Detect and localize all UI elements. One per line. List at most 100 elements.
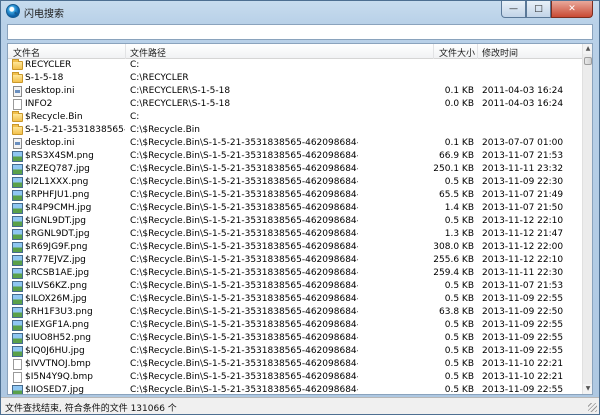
table-row[interactable]: $ILVS6KZ.png C:\$Recycle.Bin\S-1-5-21-353…: [8, 280, 583, 293]
table-row[interactable]: $IUO8H52.png C:\$Recycle.Bin\S-1-5-21-353…: [8, 332, 583, 345]
column-header-name[interactable]: 文件名: [13, 46, 40, 59]
file-path-cell: C:\$Recycle.Bin\S-1-5-21-3531838565-4620…: [130, 385, 358, 395]
table-row[interactable]: $R77EJVZ.jpg C:\$Recycle.Bin\S-1-5-21-353…: [8, 254, 583, 267]
file-size-cell: 63.8 KB: [439, 307, 474, 317]
file-size-cell: 0.5 KB: [444, 294, 474, 304]
table-row[interactable]: INFO2 C:\RECYCLER\S-1-5-18 0.0 KB 2011-04-0…: [8, 98, 583, 111]
table-row[interactable]: $IVVTNOJ.bmp C:\$Recycle.Bin\S-1-5-21-353…: [8, 358, 583, 371]
status-text: 文件查找结束, 符合条件的文件 131066 个: [5, 404, 177, 414]
file-path-cell: C:\$Recycle.Bin: [130, 125, 200, 135]
table-row[interactable]: $RS3X4SM.png C:\$Recycle.Bin\S-1-5-21-353…: [8, 150, 583, 163]
modified-time-cell: 2011-04-03 16:24: [482, 86, 564, 96]
file-size-cell: 308.0 KB: [433, 242, 474, 252]
file-size-cell: 0.5 KB: [444, 359, 474, 369]
modified-time-cell: 2013-11-10 22:21: [482, 372, 564, 382]
image-file-icon: [12, 151, 23, 162]
table-row[interactable]: $R4P9CMH.jpg C:\$Recycle.Bin\S-1-5-21-353…: [8, 202, 583, 215]
list-header: 文件名 文件路径 文件大小 修改时间: [8, 44, 583, 59]
table-row[interactable]: $IEXGF1A.png C:\$Recycle.Bin\S-1-5-21-353…: [8, 319, 583, 332]
file-size-cell: 0.5 KB: [444, 372, 474, 382]
file-name-cell: $RS3X4SM.png: [25, 151, 94, 161]
file-path-cell: C:: [130, 60, 140, 70]
title-bar[interactable]: 闪电搜索 — □ ✕: [1, 1, 599, 23]
file-icon: [13, 99, 22, 110]
file-size-cell: 250.1 KB: [433, 164, 474, 174]
column-divider[interactable]: [477, 44, 478, 59]
file-size-cell: 66.9 KB: [439, 151, 474, 161]
modified-time-cell: 2013-11-07 21:53: [482, 151, 564, 161]
image-file-icon: [12, 216, 23, 227]
file-name-cell: S-1-5-21-3531838565-...: [25, 125, 125, 135]
folder-icon: [12, 59, 23, 70]
column-header-size[interactable]: 文件大小: [439, 46, 475, 59]
table-row[interactable]: $R69JG9F.png C:\$Recycle.Bin\S-1-5-21-353…: [8, 241, 583, 254]
ini-file-icon: [13, 138, 22, 149]
table-row[interactable]: $RPHFJU1.png C:\$Recycle.Bin\S-1-5-21-353…: [8, 189, 583, 202]
image-file-icon: [12, 281, 23, 292]
table-row[interactable]: $RCSB1AE.jpg C:\$Recycle.Bin\S-1-5-21-353…: [8, 267, 583, 280]
results-list[interactable]: 文件名 文件路径 文件大小 修改时间 RECYCLER C: S-1-5-18 C:\…: [7, 43, 593, 395]
table-row[interactable]: $Recycle.Bin C:: [8, 111, 583, 124]
file-path-cell: C:\$Recycle.Bin\S-1-5-21-3531838565-4620…: [130, 268, 358, 278]
file-path-cell: C:\$Recycle.Bin\S-1-5-21-3531838565-4620…: [130, 307, 358, 317]
file-path-cell: C:\$Recycle.Bin\S-1-5-21-3531838565-4620…: [130, 190, 358, 200]
table-row[interactable]: RECYCLER C:: [8, 59, 583, 72]
modified-time-cell: 2013-11-09 22:55: [482, 346, 564, 356]
image-file-icon: [12, 385, 23, 394]
column-divider[interactable]: [125, 44, 126, 59]
folder-icon: [12, 124, 23, 135]
scroll-down-arrow-icon[interactable]: ▼: [583, 384, 592, 394]
image-file-icon: [12, 320, 23, 331]
file-size-cell: 0.5 KB: [444, 177, 474, 187]
table-row[interactable]: $IGNL9DT.jpg C:\$Recycle.Bin\S-1-5-21-353…: [8, 215, 583, 228]
vertical-scrollbar[interactable]: ▲ ▼: [582, 44, 592, 394]
table-row[interactable]: S-1-5-18 C:\RECYCLER: [8, 72, 583, 85]
file-name-cell: $IEXGF1A.png: [25, 320, 90, 330]
file-size-cell: 0.5 KB: [444, 320, 474, 330]
scroll-thumb[interactable]: [584, 57, 592, 65]
close-button[interactable]: ✕: [551, 1, 593, 18]
file-path-cell: C:\$Recycle.Bin\S-1-5-21-3531838565-4620…: [130, 203, 358, 213]
file-size-cell: 0.5 KB: [444, 346, 474, 356]
file-name-cell: $RGNL9DT.jpg: [25, 229, 90, 239]
modified-time-cell: 2013-11-12 22:10: [482, 216, 564, 226]
table-row[interactable]: desktop.ini C:\RECYCLER\S-1-5-18 0.1 KB 201…: [8, 85, 583, 98]
table-row[interactable]: $IQ0J6HU.jpg C:\$Recycle.Bin\S-1-5-21-353…: [8, 345, 583, 358]
table-row[interactable]: $RZEQ787.jpg C:\$Recycle.Bin\S-1-5-21-353…: [8, 163, 583, 176]
resize-grip-icon[interactable]: [588, 403, 597, 412]
column-header-time[interactable]: 修改时间: [482, 46, 518, 59]
table-row[interactable]: $IIOSED7.jpg C:\$Recycle.Bin\S-1-5-21-353…: [8, 384, 583, 395]
folder-icon: [12, 72, 23, 83]
table-row[interactable]: $ILOX26M.jpg C:\$Recycle.Bin\S-1-5-21-353…: [8, 293, 583, 306]
image-file-icon: [12, 346, 23, 357]
table-row[interactable]: $RH1F3U3.png C:\$Recycle.Bin\S-1-5-21-353…: [8, 306, 583, 319]
table-row[interactable]: S-1-5-21-3531838565-... C:\$Recycle.Bin: [8, 124, 583, 137]
image-file-icon: [12, 190, 23, 201]
table-row[interactable]: $I2L1XXX.png C:\$Recycle.Bin\S-1-5-21-353…: [8, 176, 583, 189]
search-input[interactable]: [7, 24, 593, 40]
file-name-cell: $RH1F3U3.png: [25, 307, 93, 317]
file-path-cell: C:\$Recycle.Bin\S-1-5-21-3531838565-4620…: [130, 229, 358, 239]
file-size-cell: 0.5 KB: [444, 385, 474, 395]
table-row[interactable]: $RGNL9DT.jpg C:\$Recycle.Bin\S-1-5-21-353…: [8, 228, 583, 241]
maximize-button[interactable]: □: [526, 1, 551, 18]
list-rows: RECYCLER C: S-1-5-18 C:\RECYCLER desktop.ini…: [8, 59, 583, 395]
file-path-cell: C:\RECYCLER\S-1-5-18: [130, 99, 231, 109]
minimize-button[interactable]: —: [501, 1, 526, 18]
file-size-cell: 0.0 KB: [444, 99, 474, 109]
column-divider[interactable]: [433, 44, 434, 59]
file-size-cell: 65.5 KB: [439, 190, 474, 200]
table-row[interactable]: $I5N4Y9Q.bmp C:\$Recycle.Bin\S-1-5-21-353…: [8, 371, 583, 384]
table-row[interactable]: desktop.ini C:\$Recycle.Bin\S-1-5-21-3531…: [8, 137, 583, 150]
file-path-cell: C:\$Recycle.Bin\S-1-5-21-3531838565-4620…: [130, 151, 358, 161]
scroll-up-arrow-icon[interactable]: ▲: [583, 44, 592, 54]
file-name-cell: $I5N4Y9Q.bmp: [25, 372, 93, 382]
file-size-cell: 0.5 KB: [444, 216, 474, 226]
file-path-cell: C:\RECYCLER\S-1-5-18: [130, 86, 231, 96]
file-name-cell: $IIOSED7.jpg: [25, 385, 84, 395]
file-size-cell: 0.1 KB: [444, 138, 474, 148]
modified-time-cell: 2011-04-03 16:24: [482, 99, 564, 109]
column-header-path[interactable]: 文件路径: [130, 46, 166, 59]
file-path-cell: C:\$Recycle.Bin\S-1-5-21-3531838565-4620…: [130, 177, 358, 187]
file-name-cell: $Recycle.Bin: [25, 112, 83, 122]
